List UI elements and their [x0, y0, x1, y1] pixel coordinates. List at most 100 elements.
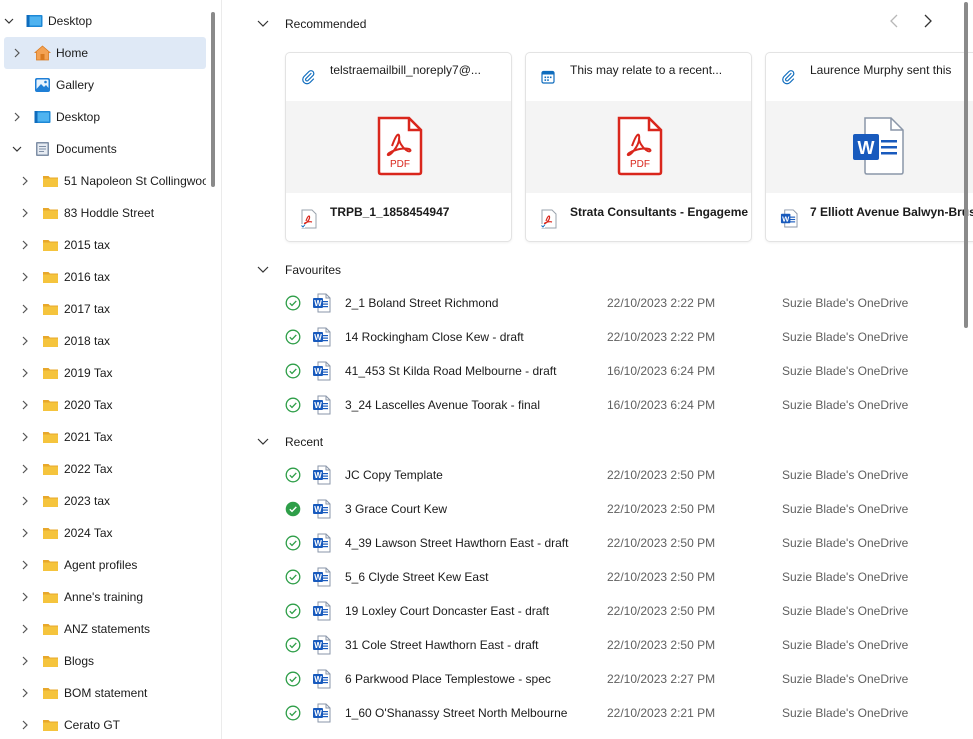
chevron-right-icon[interactable] — [19, 303, 31, 315]
chevron-right-icon[interactable] — [19, 687, 31, 699]
sidebar-item-gallery[interactable]: Gallery — [0, 69, 206, 101]
chevron-right-icon[interactable] — [19, 271, 31, 283]
sidebar-item-2021-tax[interactable]: 2021 Tax — [0, 421, 206, 453]
file-row[interactable]: W 5_6 Clyde Street Kew East 22/10/2023 2:5… — [222, 560, 962, 594]
file-name: 6 Parkwood Place Templestowe - spec — [345, 672, 551, 686]
folder-icon — [42, 397, 59, 413]
chevron-right-icon[interactable] — [19, 623, 31, 635]
sidebar-item-anz-statements[interactable]: ANZ statements — [0, 613, 206, 645]
folder-icon — [42, 429, 59, 445]
recommended-card[interactable]: Laurence Murphy sent this W W 7 Elliott Ave… — [765, 52, 973, 242]
sidebar-item-label: Home — [56, 46, 89, 60]
chevron-right-icon[interactable] — [19, 527, 31, 539]
sidebar-item-label: Desktop — [56, 110, 101, 124]
word-icon: W — [312, 567, 331, 587]
sidebar-item-83-hoddle-street[interactable]: 83 Hoddle Street — [0, 197, 206, 229]
file-name: 5_6 Clyde Street Kew East — [345, 570, 489, 584]
recommended-card[interactable]: This may relate to a recent... PDF Strata … — [525, 52, 752, 242]
chevron-right-icon[interactable] — [19, 495, 31, 507]
chevron-down-icon — [257, 20, 269, 27]
file-row[interactable]: W 41_453 St Kilda Road Melbourne - draft 1… — [222, 354, 962, 388]
gallery-icon — [34, 77, 51, 93]
folder-icon — [42, 653, 59, 669]
next-arrow-icon[interactable] — [918, 12, 936, 30]
file-row[interactable]: W 3 Grace Court Kew 22/10/2023 2:50 PM Suzi… — [222, 492, 962, 526]
sidebar-item-anne-s-training[interactable]: Anne's training — [0, 581, 206, 613]
chevron-right-icon[interactable] — [19, 655, 31, 667]
file-row[interactable]: W 14 Rockingham Close Kew - draft 22/10/20… — [222, 320, 962, 354]
recent-section-header[interactable]: Recent — [222, 432, 522, 452]
chevron-right-icon[interactable] — [11, 111, 23, 123]
word-icon: W — [780, 209, 798, 229]
chevron-right-icon[interactable] — [19, 719, 31, 731]
chevron-right-icon[interactable] — [19, 559, 31, 571]
chevron-down-icon[interactable] — [3, 15, 15, 27]
chevron-right-icon[interactable] — [19, 431, 31, 443]
chevron-down-icon[interactable] — [11, 143, 23, 155]
content-scrollbar-thumb[interactable] — [964, 2, 968, 328]
file-row[interactable]: W 19 Loxley Court Doncaster East - draft 2… — [222, 594, 962, 628]
sidebar-item-agent-profiles[interactable]: Agent profiles — [0, 549, 206, 581]
sidebar-item-label: 2017 tax — [64, 302, 111, 316]
file-row[interactable]: W JC Copy Template 22/10/2023 2:50 PM Suzie… — [222, 458, 962, 492]
sidebar-item-label: 83 Hoddle Street — [64, 206, 155, 220]
file-name: 4_39 Lawson Street Hawthorn East - draft — [345, 536, 569, 550]
sidebar-item-2023-tax[interactable]: 2023 tax — [0, 485, 206, 517]
file-row[interactable]: W 4_39 Lawson Street Hawthorn East - draf… — [222, 526, 962, 560]
sidebar-item-label: Agent profiles — [64, 558, 138, 572]
chevron-right-icon[interactable] — [19, 335, 31, 347]
favourites-section-header[interactable]: Favourites — [222, 260, 522, 280]
file-location: Suzie Blade's OneDrive — [782, 706, 909, 720]
word-icon: W — [312, 703, 331, 723]
word-icon: W — [312, 327, 331, 347]
chevron-right-icon[interactable] — [19, 591, 31, 603]
sidebar-item-51-napoleon-st-collingwood[interactable]: 51 Napoleon St Collingwood — [0, 165, 206, 197]
chevron-down-icon — [257, 266, 269, 273]
word-icon: W — [312, 533, 331, 553]
sidebar-item-2019-tax[interactable]: 2019 Tax — [0, 357, 206, 389]
sidebar-item-blogs[interactable]: Blogs — [0, 645, 206, 677]
sidebar-item-2018-tax[interactable]: 2018 tax — [0, 325, 206, 357]
paperclip-icon — [780, 69, 796, 85]
sidebar-item-2024-tax[interactable]: 2024 Tax — [0, 517, 206, 549]
chevron-right-icon[interactable] — [19, 399, 31, 411]
sidebar-item-label: 2018 tax — [64, 334, 111, 348]
sidebar-item-2015-tax[interactable]: 2015 tax — [0, 229, 206, 261]
sidebar-item-2017-tax[interactable]: 2017 tax — [0, 293, 206, 325]
file-row[interactable]: W 2_1 Boland Street Richmond 22/10/2023 2:… — [222, 286, 962, 320]
previous-arrow-icon[interactable] — [886, 12, 904, 30]
chevron-right-icon[interactable] — [19, 367, 31, 379]
sidebar-scrollbar-thumb[interactable] — [211, 12, 215, 187]
file-row[interactable]: W 6 Parkwood Place Templestowe - spec 22/1… — [222, 662, 962, 696]
documents-icon — [34, 141, 51, 157]
chevron-right-icon[interactable] — [19, 463, 31, 475]
sidebar-item-2022-tax[interactable]: 2022 Tax — [0, 453, 206, 485]
sidebar-item-label: 2024 Tax — [64, 526, 113, 540]
sidebar-item-2020-tax[interactable]: 2020 Tax — [0, 389, 206, 421]
sidebar-item-home[interactable]: Home — [4, 37, 206, 69]
sidebar-item-desktop[interactable]: Desktop — [0, 5, 206, 37]
recommended-card[interactable]: telstraemailbill_noreply7@... PDF TRPB_1_1… — [285, 52, 512, 242]
synced-status-icon — [285, 501, 301, 517]
chevron-right-icon[interactable] — [19, 175, 31, 187]
sidebar-item-2016-tax[interactable]: 2016 tax — [0, 261, 206, 293]
file-date: 22/10/2023 2:50 PM — [607, 604, 716, 618]
sidebar-item-cerato-gt[interactable]: Cerato GT — [0, 709, 206, 739]
file-date: 16/10/2023 6:24 PM — [607, 364, 716, 378]
file-row[interactable]: W 31 Cole Street Hawthorn East - draft 22/… — [222, 628, 962, 662]
sidebar-item-bom-statement[interactable]: BOM statement — [0, 677, 206, 709]
home-icon — [33, 45, 52, 61]
available-status-icon — [285, 397, 301, 413]
svg-text:W: W — [314, 299, 322, 308]
chevron-right-icon[interactable] — [19, 239, 31, 251]
card-file-name: Strata Consultants - Engageme... — [570, 205, 748, 219]
sidebar-item-label: 51 Napoleon St Collingwood — [64, 174, 206, 188]
available-status-icon — [285, 603, 301, 619]
file-row[interactable]: W 1_60 O'Shanassy Street North Melbourne 2… — [222, 696, 962, 730]
chevron-right-icon[interactable] — [11, 47, 23, 59]
file-row[interactable]: W 3_24 Lascelles Avenue Toorak - final 16/… — [222, 388, 962, 422]
sidebar-item-documents[interactable]: Documents — [0, 133, 206, 165]
chevron-right-icon[interactable] — [19, 207, 31, 219]
sidebar-item-desktop[interactable]: Desktop — [0, 101, 206, 133]
recommended-section-header[interactable]: Recommended — [222, 14, 522, 34]
